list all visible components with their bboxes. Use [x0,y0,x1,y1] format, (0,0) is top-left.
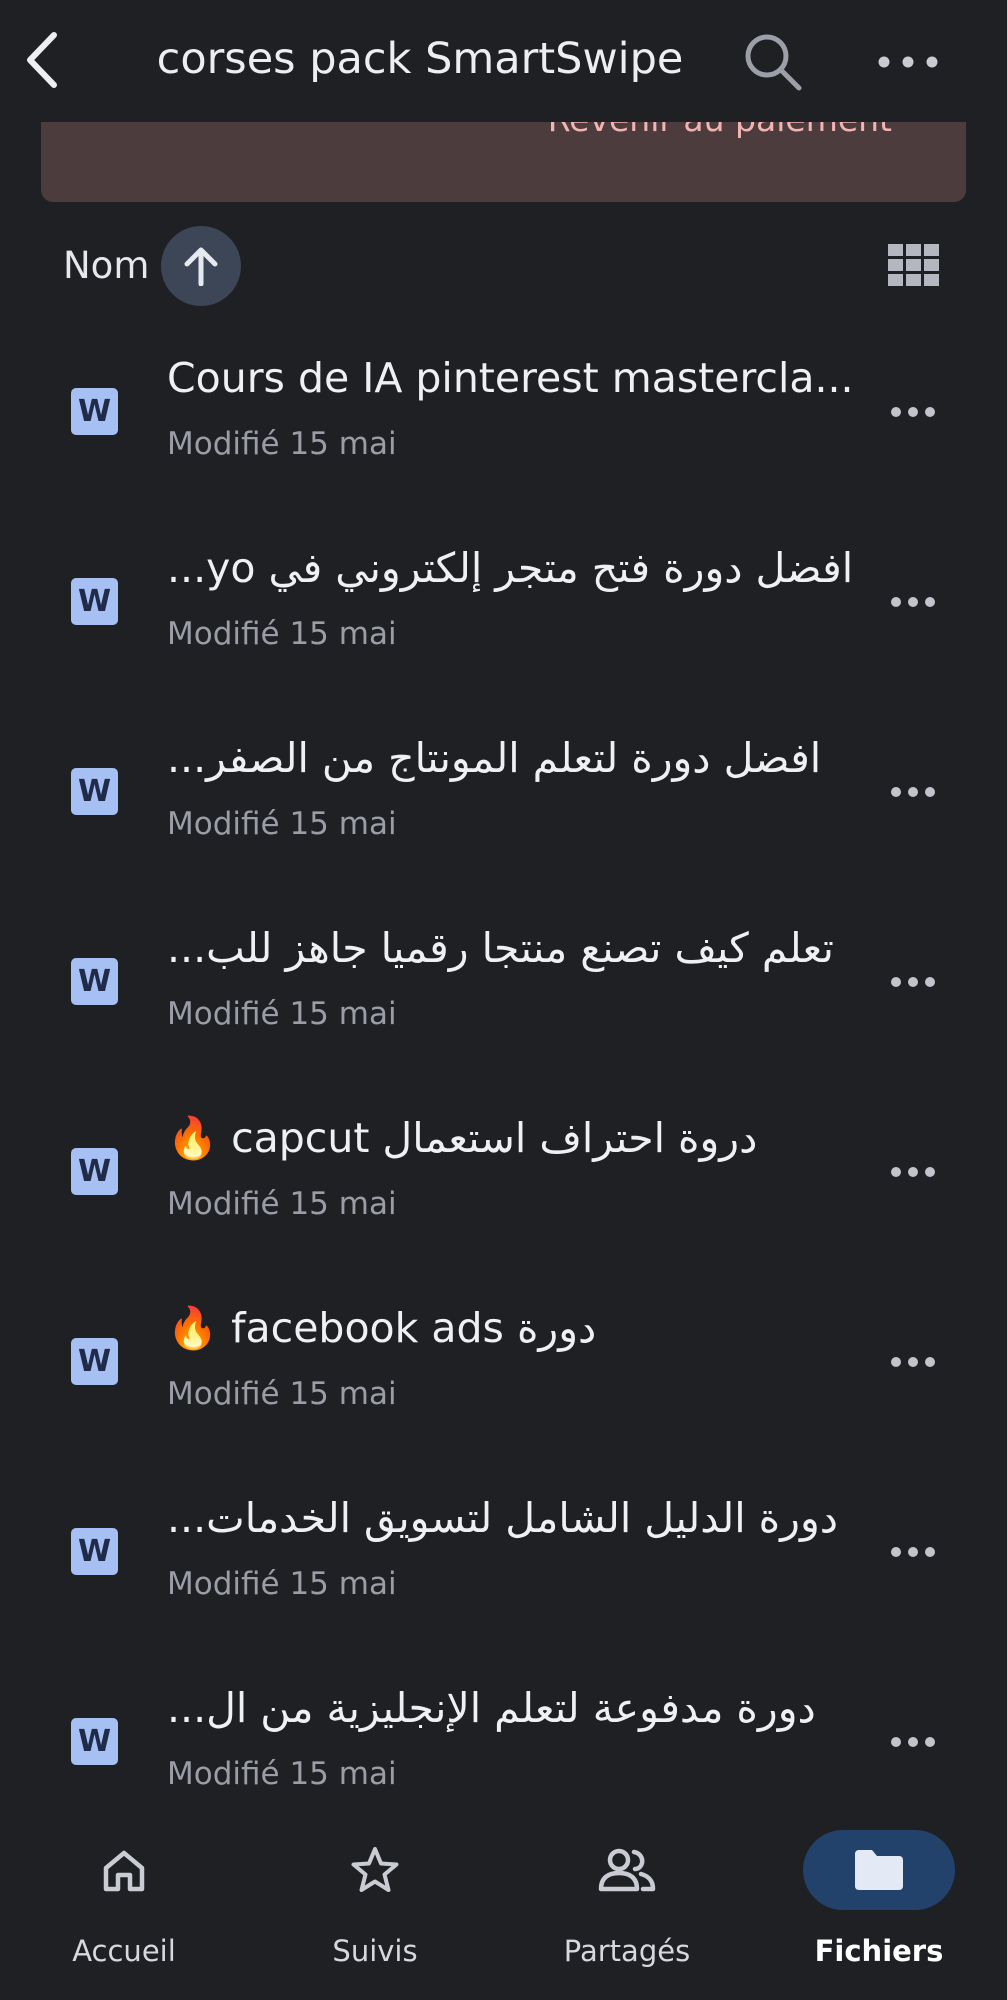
file-modified: Modifié 15 mai [167,1376,397,1412]
home-icon [103,1850,145,1892]
more-horizontal-icon [891,1547,935,1557]
more-horizontal-icon [891,407,935,417]
file-row[interactable]: W دورة الدليل الشامل لتسويق الخدمات... M… [0,1460,1007,1650]
file-row[interactable]: W Cours de IA pinterest mastercla... Mod… [0,320,1007,510]
file-more-button[interactable] [880,962,946,1002]
word-doc-icon: W [71,578,118,625]
file-name: دروة احتراف استعمال capcut 🔥 [167,1114,758,1162]
nav-item-partages[interactable]: Partagés [527,1812,727,2000]
chevron-left-icon [27,32,57,88]
nav-pill [48,1830,200,1910]
file-modified: Modifié 15 mai [167,1756,397,1792]
arrow-up-icon [184,247,218,286]
nav-item-fichiers[interactable]: Fichiers [779,1812,979,2000]
nav-pill [551,1830,703,1910]
star-icon [351,1847,399,1892]
nav-item-accueil[interactable]: Accueil [24,1812,224,2000]
file-modified: Modifié 15 mai [167,1566,397,1602]
sort-bar: Nom [0,222,1007,308]
more-horizontal-icon [878,56,938,68]
file-name: تعلم كيف تصنع منتجا رقميا جاهز للب... [167,924,834,972]
top-app-bar: corses pack SmartSwipe [0,0,1007,122]
more-horizontal-icon [891,787,935,797]
file-row[interactable]: W افضل دورة فتح متجر إلكتروني في yo... M… [0,510,1007,700]
file-more-button[interactable] [880,1722,946,1762]
app-root: corses pack SmartSwipe Revenir au paieme… [0,0,1007,2000]
file-modified: Modifié 15 mai [167,616,397,652]
more-horizontal-icon [891,597,935,607]
file-list: W Cours de IA pinterest mastercla... Mod… [0,320,1007,1840]
word-doc-icon: W [71,958,118,1005]
bottom-navigation: Accueil Suivis Partagés Fichiers [0,1812,1007,2000]
nav-label: Suivis [332,1934,418,1968]
word-doc-icon: W [71,1718,118,1765]
nav-label: Partagés [563,1934,691,1968]
file-modified: Modifié 15 mai [167,806,397,842]
search-button[interactable] [738,30,808,94]
nav-pill-active [803,1830,955,1910]
file-more-button[interactable] [880,1152,946,1192]
page-title: corses pack SmartSwipe [156,34,684,84]
file-more-button[interactable] [880,1342,946,1382]
file-modified: Modifié 15 mai [167,426,397,462]
more-horizontal-icon [891,1737,935,1747]
people-icon [598,1848,656,1892]
file-name: Cours de IA pinterest mastercla... [167,354,854,402]
sort-label[interactable]: Nom [63,244,149,287]
file-more-button[interactable] [880,1532,946,1572]
file-name: دورة الدليل الشامل لتسويق الخدمات... [167,1494,838,1542]
file-modified: Modifié 15 mai [167,1186,397,1222]
file-more-button[interactable] [880,772,946,812]
more-horizontal-icon [891,1357,935,1367]
file-row[interactable]: W تعلم كيف تصنع منتجا رقميا جاهز للب... … [0,890,1007,1080]
file-row[interactable]: W افضل دورة لتعلم المونتاج من الصفر... M… [0,700,1007,890]
more-horizontal-icon [891,1167,935,1177]
more-horizontal-icon [891,977,935,987]
word-doc-icon: W [71,768,118,815]
word-doc-icon: W [71,1148,118,1195]
file-row[interactable]: W دورة facebook ads 🔥 Modifié 15 mai [0,1270,1007,1460]
back-button[interactable] [18,28,66,92]
nav-pill [299,1830,451,1910]
file-name: دورة facebook ads 🔥 [167,1304,597,1352]
nav-label: Fichiers [814,1934,944,1968]
word-doc-icon: W [71,1528,118,1575]
word-doc-icon: W [71,1338,118,1385]
search-icon [745,34,802,91]
folder-icon [855,1850,903,1890]
file-name: افضل دورة فتح متجر إلكتروني في yo... [167,544,854,592]
word-doc-icon: W [71,388,118,435]
more-options-button[interactable] [870,30,946,94]
file-name: دورة مدفوعة لتعلم الإنجليزية من ال... [167,1684,816,1732]
grid-view-icon [888,244,939,286]
file-more-button[interactable] [880,582,946,622]
nav-item-suivis[interactable]: Suivis [275,1812,475,2000]
file-name: افضل دورة لتعلم المونتاج من الصفر... [167,734,822,782]
file-modified: Modifié 15 mai [167,996,397,1032]
file-row[interactable]: W دروة احتراف استعمال capcut 🔥 Modifié 1… [0,1080,1007,1270]
grid-view-button[interactable] [880,240,948,290]
sort-direction-button[interactable] [161,226,241,306]
nav-label: Accueil [72,1934,176,1968]
file-more-button[interactable] [880,392,946,432]
